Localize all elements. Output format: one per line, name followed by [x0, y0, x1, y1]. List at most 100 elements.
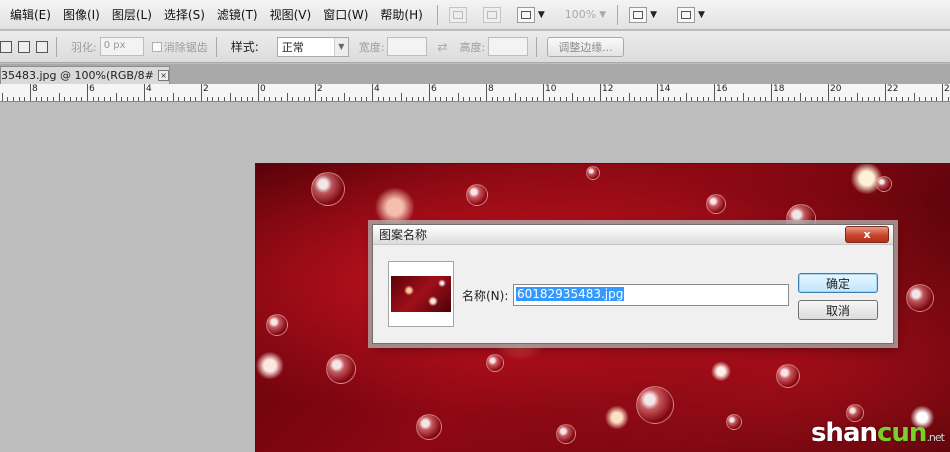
- screen-mode-icon: [677, 6, 696, 23]
- menu-filter[interactable]: 滤镜(T): [211, 6, 264, 23]
- ruler-tick: [833, 97, 835, 101]
- ruler-tick: [930, 97, 932, 101]
- ruler-tick: [554, 97, 556, 101]
- ruler-tick: [674, 97, 676, 101]
- menu-help[interactable]: 帮助(H): [374, 6, 428, 23]
- ruler-tick: [320, 97, 322, 101]
- ruler-tick: [753, 97, 755, 101]
- ruler-tick: [691, 97, 693, 101]
- style-label: 样式:: [230, 40, 259, 54]
- add-selection-icon[interactable]: [18, 40, 30, 53]
- ruler-tick: [839, 97, 841, 101]
- ruler-tick: [913, 93, 915, 101]
- ruler-tick: [286, 93, 288, 101]
- view-extras-icon: [516, 6, 535, 23]
- view-extras-button[interactable]: ▼: [514, 4, 548, 26]
- ruler-tick: [35, 97, 37, 101]
- ruler-tick: [263, 97, 265, 101]
- toolbar-separator: [215, 36, 217, 57]
- refine-edge-button[interactable]: 调整边缘...: [547, 36, 624, 57]
- close-icon[interactable]: ×: [158, 70, 169, 81]
- ruler-tick: [429, 84, 430, 101]
- antialias-checkbox[interactable]: [151, 41, 162, 52]
- ruler-tick: [594, 97, 596, 101]
- screen-mode-button[interactable]: ▼: [674, 4, 708, 26]
- ruler-tick: [822, 97, 824, 101]
- dialog-close-button[interactable]: x: [845, 226, 889, 243]
- menu-edit[interactable]: 编辑(E): [0, 6, 57, 23]
- ruler-label: 0: [260, 84, 266, 94]
- ruler-tick: [144, 84, 145, 101]
- height-input[interactable]: [488, 37, 529, 56]
- feather-input[interactable]: 0 px: [99, 37, 144, 56]
- ruler-tick: [411, 97, 413, 101]
- new-selection-icon[interactable]: [0, 40, 12, 53]
- ruler-tick: [480, 97, 482, 101]
- ruler-tick: [58, 93, 60, 101]
- intersect-selection-icon[interactable]: [36, 40, 48, 53]
- toolbar-separator: [436, 4, 438, 25]
- width-input[interactable]: [387, 37, 428, 56]
- ruler-tick: [896, 97, 898, 101]
- cancel-button[interactable]: 取消: [798, 300, 878, 320]
- ruler-tick: [805, 97, 807, 101]
- ruler-tick: [531, 97, 533, 101]
- document-tab-bar: 35483.jpg @ 100%(RGB/8#) ×: [0, 64, 950, 84]
- style-select[interactable]: 正常 ▼: [276, 36, 349, 57]
- ok-button[interactable]: 确定: [798, 273, 878, 293]
- ruler-tick: [189, 97, 191, 101]
- ruler-tick: [292, 97, 294, 101]
- ruler-tick: [508, 97, 510, 101]
- ruler-tick: [218, 97, 220, 101]
- menu-image[interactable]: 图像(I): [57, 6, 106, 23]
- ruler-tick: [520, 97, 522, 101]
- menu-select[interactable]: 选择(S): [158, 6, 211, 23]
- menu-window[interactable]: 窗口(W): [317, 6, 374, 23]
- dialog-titlebar[interactable]: 图案名称 x: [373, 225, 893, 245]
- ruler-tick: [560, 97, 562, 101]
- ruler-tick: [731, 97, 733, 101]
- ruler-tick: [765, 97, 767, 101]
- ruler-tick: [178, 97, 180, 101]
- options-bar: 羽化: 0 px 消除锯齿 样式: 正常 ▼ 宽度: ⇄ 高度: 调整边缘...: [0, 31, 950, 63]
- ruler-tick: [258, 84, 259, 101]
- ruler-tick: [645, 97, 647, 101]
- ruler-tick: [366, 97, 368, 101]
- ruler-tick: [7, 97, 9, 101]
- ruler-tick: [736, 97, 738, 101]
- dialog-title: 图案名称: [379, 228, 428, 242]
- arrange-documents-button[interactable]: ▼: [626, 4, 660, 26]
- ruler-tick: [474, 97, 476, 101]
- ruler-tick: [628, 93, 630, 101]
- menu-bar: 编辑(E) 图像(I) 图层(L) 选择(S) 滤镜(T) 视图(V) 窗口(W…: [0, 0, 950, 30]
- ruler-label: 18: [773, 84, 785, 94]
- zoom-level-select[interactable]: 100% ▼: [562, 4, 609, 26]
- ruler-tick: [924, 97, 926, 101]
- ruler-tick: [1, 93, 3, 101]
- ruler-tick: [309, 97, 311, 101]
- launch-mini-bridge-button[interactable]: [480, 4, 504, 26]
- ruler-tick: [679, 97, 681, 101]
- toolbar-separator: [617, 4, 619, 25]
- ruler-tick: [47, 97, 49, 101]
- chevron-down-icon: ▼: [599, 9, 607, 20]
- chevron-down-icon: ▼: [650, 9, 658, 20]
- swap-dimensions-icon[interactable]: ⇄: [437, 40, 447, 54]
- ruler-tick: [149, 97, 151, 101]
- menu-view[interactable]: 视图(V): [264, 6, 318, 23]
- menu-layer[interactable]: 图层(L): [106, 6, 158, 23]
- ruler-label: 12: [602, 84, 614, 94]
- ruler-tick: [879, 97, 881, 101]
- ruler-tick: [788, 97, 790, 101]
- document-tab[interactable]: 35483.jpg @ 100%(RGB/8#) ×: [0, 66, 170, 84]
- ruler-tick: [98, 97, 100, 101]
- pattern-name-input[interactable]: 60182935483.jpg: [513, 284, 789, 306]
- ruler-tick: [457, 93, 459, 101]
- ruler-label: 16: [716, 84, 728, 94]
- ruler-tick: [246, 97, 248, 101]
- style-value: 正常: [281, 40, 304, 54]
- ruler-tick: [793, 97, 795, 101]
- ruler-tick: [856, 93, 858, 101]
- launch-bridge-button[interactable]: [446, 4, 470, 26]
- ruler-tick: [748, 97, 750, 101]
